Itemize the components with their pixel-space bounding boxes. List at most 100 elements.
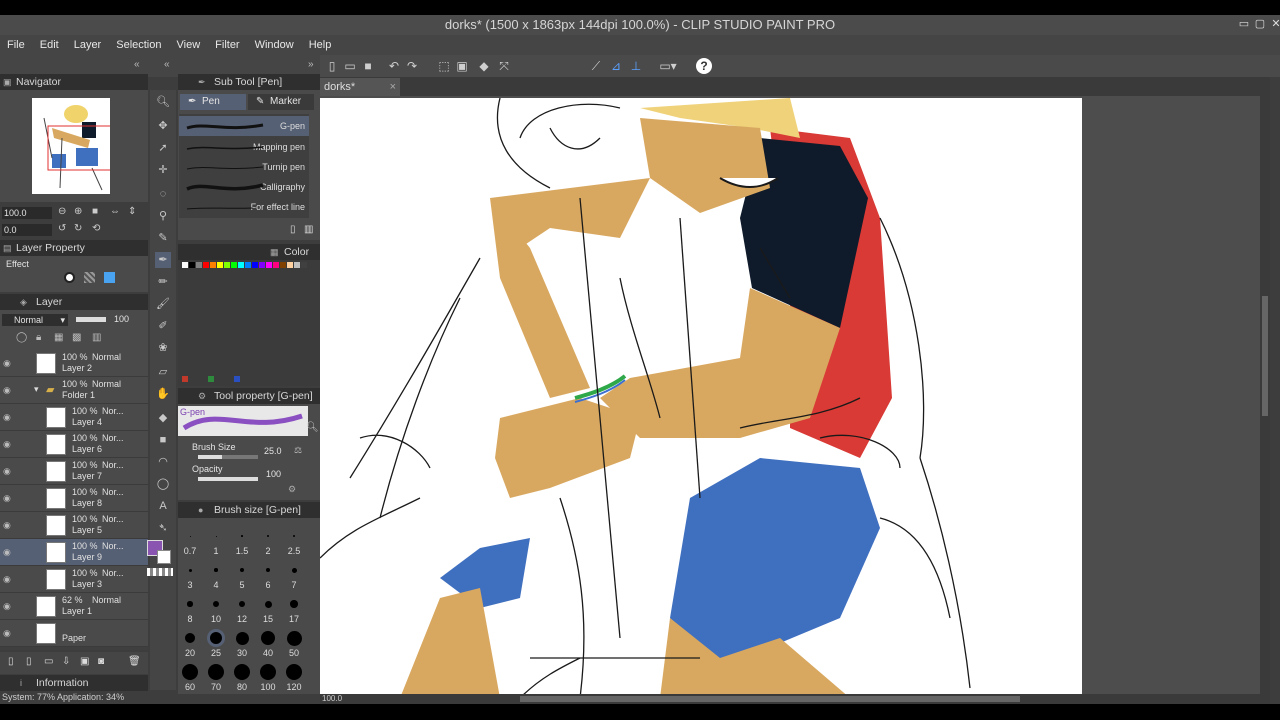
collapse-left-icon-2[interactable]: « [164, 59, 170, 70]
color-swatch[interactable] [287, 262, 293, 268]
visibility-eye-icon[interactable]: ◉ [3, 601, 11, 612]
visibility-eye-icon[interactable]: ◉ [3, 628, 11, 639]
brush-size-dot[interactable] [267, 535, 269, 537]
undo-icon[interactable]: ↶ [386, 58, 402, 74]
lock-icon[interactable]: 🔒︎ [36, 332, 41, 343]
rotate-left-icon[interactable]: ↺ [58, 223, 66, 234]
flip-vertical-icon[interactable]: ⇕ [128, 206, 136, 217]
view-options-icon[interactable]: ▭▾ [656, 58, 680, 74]
color-swatch[interactable] [196, 262, 202, 268]
clip-icon[interactable]: ◯ [16, 332, 27, 343]
brush-size-dot[interactable] [241, 535, 243, 537]
balloon-icon[interactable]: ➴ [155, 520, 171, 536]
tool-property-header[interactable]: ⚙ Tool property [G-pen] [178, 388, 320, 404]
brush-size-dot[interactable] [291, 567, 297, 573]
snap-grid-icon[interactable]: ⊿ [608, 58, 624, 74]
select-all-icon[interactable]: ▣ [454, 58, 470, 74]
color-swatch[interactable] [252, 262, 258, 268]
brush-calligraphy[interactable]: Calligraphy [179, 177, 309, 197]
brush-size-option[interactable]: 1.5 [229, 546, 255, 556]
fit-icon[interactable]: ■ [92, 206, 98, 217]
minimize-icon[interactable]: ▭ [1236, 17, 1252, 31]
horizontal-scroll-thumb[interactable] [520, 696, 1020, 702]
layer-row[interactable]: ◉ 100 % Nor... Layer 5 [0, 512, 148, 539]
blend-tool-icon[interactable]: ✋ [155, 386, 171, 402]
brush-g-pen[interactable]: G-pen [179, 116, 309, 136]
brush-size-option[interactable]: 4 [203, 580, 229, 590]
figure-icon[interactable]: ◠ [155, 454, 171, 470]
reset-rotation-icon[interactable]: ⟲ [92, 223, 100, 234]
brush-size-option[interactable]: 20 [177, 648, 203, 658]
reference-icon[interactable]: ▦ [54, 332, 63, 343]
layer-row[interactable]: ◉ 100 % Nor... Layer 6 [0, 431, 148, 458]
layer-folder-row[interactable]: ◉ ▾ ▰ 100 % Normal Folder 1 [0, 377, 148, 404]
color-swatch[interactable] [189, 262, 195, 268]
canvas-area[interactable] [320, 96, 1270, 694]
brush-size-dot[interactable] [235, 631, 249, 645]
subtool-trash-icon[interactable]: ▥ [304, 224, 313, 235]
brush-size-option[interactable]: 5 [229, 580, 255, 590]
brush-size-option[interactable]: 2.5 [281, 546, 307, 556]
sub-color-swatch[interactable] [157, 550, 171, 564]
maximize-icon[interactable]: ▢ [1252, 17, 1268, 31]
color-swatch[interactable] [210, 262, 216, 268]
border-effect-icon[interactable] [64, 272, 75, 283]
color-swatch[interactable] [273, 262, 279, 268]
pen-tool-icon[interactable]: ✒ [155, 252, 171, 268]
brush-size-dot[interactable] [210, 632, 222, 644]
information-header[interactable]: i Information [0, 675, 148, 691]
color-swatch[interactable] [266, 262, 272, 268]
brush-size-dot[interactable] [213, 601, 219, 607]
zoom-out-icon[interactable]: ⊖ [58, 206, 66, 217]
brush-size-option[interactable]: 6 [255, 580, 281, 590]
mask-icon[interactable]: ▩ [72, 332, 81, 343]
snap-ruler-icon[interactable]: ⟋ [588, 58, 604, 74]
pencil-tool-icon[interactable]: ✏ [155, 274, 171, 290]
color-swatch[interactable] [217, 262, 223, 268]
trash-icon[interactable]: 🗑︎ [128, 656, 141, 667]
brush-size-dot[interactable] [240, 568, 244, 572]
layer-row[interactable]: ◉ 100 % Nor... Layer 9 [0, 539, 148, 566]
visibility-eye-icon[interactable]: ◉ [3, 385, 11, 396]
color-swatch[interactable] [231, 262, 237, 268]
layer-row[interactable]: ◉ 100 % Normal Layer 2 [0, 350, 148, 377]
visibility-eye-icon[interactable]: ◉ [3, 439, 11, 450]
brush-turnip-pen[interactable]: Turnip pen [179, 157, 309, 177]
brush-size-dot[interactable] [215, 535, 217, 537]
brush-mapping-pen[interactable]: Mapping pen [179, 137, 309, 157]
color-swatch[interactable] [208, 376, 214, 382]
vertical-scrollbar[interactable] [1260, 96, 1270, 694]
menu-window[interactable]: Window [248, 35, 302, 55]
visibility-eye-icon[interactable]: ◉ [3, 412, 11, 423]
brush-size-option[interactable]: 12 [229, 614, 255, 624]
color-swatch[interactable] [203, 262, 209, 268]
zoom-in-icon[interactable]: ⊕ [74, 206, 82, 217]
redo-icon[interactable]: ↷ [404, 58, 420, 74]
mask-layer-icon[interactable]: ◙ [98, 656, 104, 667]
opacity-value[interactable]: 100 [266, 469, 281, 479]
color-swatch[interactable] [280, 262, 286, 268]
brush-size-option[interactable]: 70 [203, 682, 229, 692]
tool-property-settings-icon[interactable]: ⚙ [288, 484, 296, 495]
snap-point-icon[interactable]: ⊥ [628, 58, 644, 74]
brush-size-option[interactable]: 17 [281, 614, 307, 624]
layer-row[interactable]: ◉ 62 % Normal Layer 1 [0, 593, 148, 620]
brush-size-dot[interactable] [214, 568, 218, 572]
drawing-canvas[interactable] [320, 97, 1082, 694]
gradient-icon[interactable]: ■ [155, 432, 171, 448]
layer-row[interactable]: ◉ 100 % Nor... Layer 7 [0, 458, 148, 485]
color-swatch[interactable] [182, 376, 188, 382]
eyedropper-icon[interactable]: ✎ [155, 230, 171, 246]
help-icon[interactable]: ? [696, 58, 712, 74]
new-folder-icon[interactable]: ▭ [44, 656, 53, 667]
color-swatch[interactable] [182, 262, 188, 268]
brush-size-dot[interactable] [187, 601, 193, 607]
color-swatch[interactable] [224, 262, 230, 268]
tone-effect-icon[interactable] [84, 272, 95, 283]
brush-size-dot[interactable] [238, 600, 246, 608]
brush-size-dot[interactable] [208, 664, 224, 680]
new-raster-layer-icon[interactable]: ▯ [8, 656, 14, 667]
close-icon[interactable]: ✕ [1268, 17, 1280, 31]
auto-select-icon[interactable]: ⚲ [155, 208, 171, 224]
brush-size-dot[interactable] [182, 664, 198, 680]
